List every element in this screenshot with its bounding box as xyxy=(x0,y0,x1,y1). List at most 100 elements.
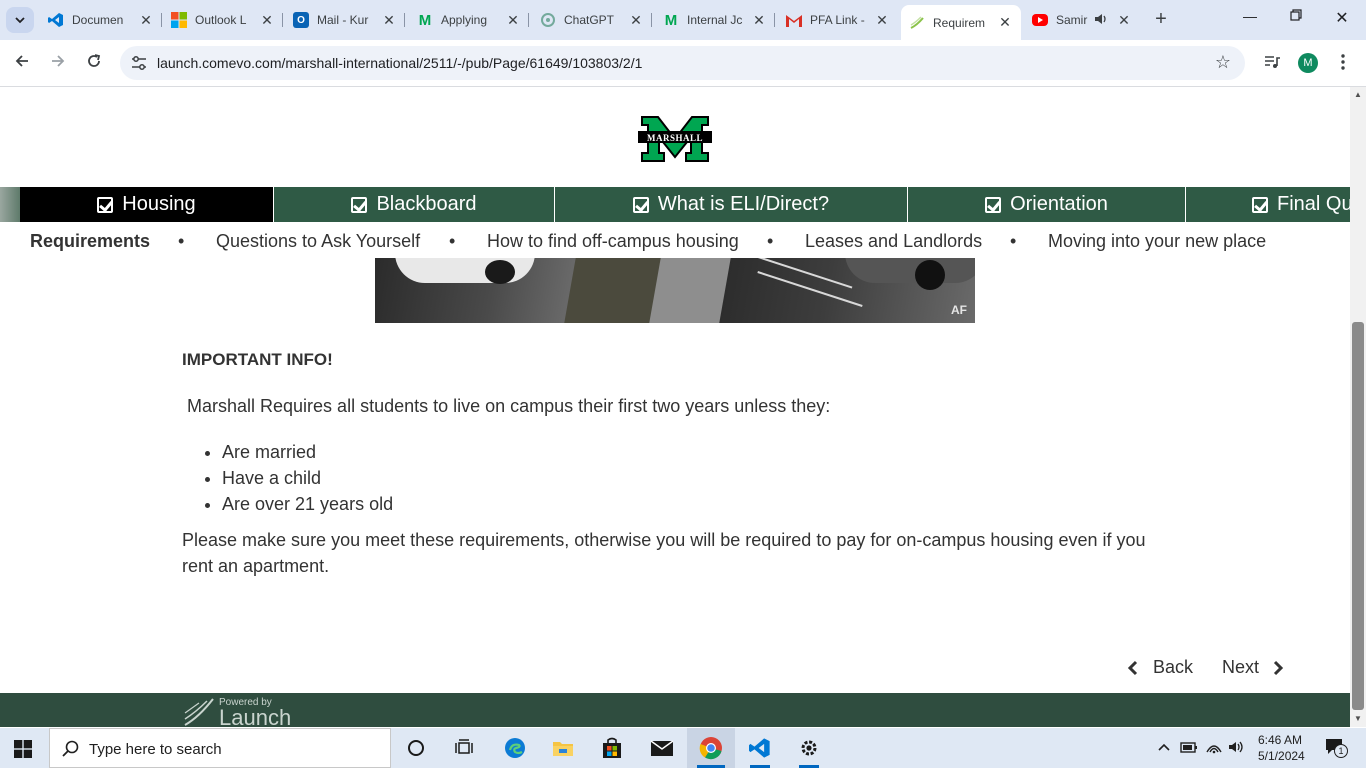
photo-wheel xyxy=(915,260,945,290)
restore-button[interactable] xyxy=(1284,8,1308,24)
speaker-icon[interactable] xyxy=(1094,12,1108,29)
new-tab-button[interactable]: + xyxy=(1149,9,1173,31)
checkbox-checked-icon xyxy=(1252,196,1268,213)
close-icon[interactable]: ✕ xyxy=(997,14,1013,31)
address-bar[interactable]: launch.comevo.com/marshall-international… xyxy=(120,46,1245,80)
chrome-button[interactable] xyxy=(687,728,735,768)
nav-item-eli-direct[interactable]: What is ELI/Direct? xyxy=(555,187,908,222)
reload-button[interactable] xyxy=(82,52,106,76)
close-icon[interactable]: ✕ xyxy=(628,12,644,29)
file-explorer-button[interactable] xyxy=(551,736,575,760)
nav-item-orientation[interactable]: Orientation xyxy=(908,187,1186,222)
close-icon[interactable]: ✕ xyxy=(874,12,890,29)
close-icon[interactable]: ✕ xyxy=(138,12,154,29)
browser-tab[interactable]: O Mail - Kur ✕ xyxy=(285,5,405,35)
scroll-down-arrow-icon[interactable]: ▼ xyxy=(1354,714,1362,723)
browser-tab[interactable]: PFA Link - ✕ xyxy=(778,5,898,35)
scroll-up-arrow-icon[interactable]: ▲ xyxy=(1354,90,1362,99)
chevron-right-icon xyxy=(1273,660,1284,675)
vscode-button[interactable] xyxy=(748,736,772,768)
subnav-item-leases[interactable]: Leases and Landlords xyxy=(805,231,982,252)
tab-title: PFA Link - xyxy=(810,13,865,27)
browser-tab-strip: Documen ✕ Outlook L ✕ O Mail - Kur ✕ M A… xyxy=(0,0,1366,40)
photo-stripe xyxy=(757,271,863,307)
tab-title: Documen xyxy=(72,13,124,27)
close-icon[interactable]: ✕ xyxy=(381,12,397,29)
site-settings-icon[interactable] xyxy=(130,54,148,72)
browser-tab[interactable]: Samir ✕ xyxy=(1024,5,1140,35)
close-icon[interactable]: ✕ xyxy=(1116,12,1132,29)
browser-tab-active[interactable]: Requirem ✕ xyxy=(901,5,1021,40)
close-icon[interactable]: ✕ xyxy=(259,12,275,29)
subnav-item-moving[interactable]: Moving into your new place xyxy=(1048,231,1266,252)
wifi-icon[interactable] xyxy=(1205,740,1223,757)
close-icon[interactable]: ✕ xyxy=(751,12,767,29)
notification-center-button[interactable]: 1 xyxy=(1325,738,1348,759)
edge-button[interactable] xyxy=(503,736,527,760)
task-view-button[interactable] xyxy=(452,736,476,760)
subnav-separator: • xyxy=(1010,231,1017,251)
search-icon xyxy=(62,740,79,757)
subnav-item-questions[interactable]: Questions to Ask Yourself xyxy=(216,231,420,252)
browser-tab[interactable]: M Internal Jc ✕ xyxy=(655,5,775,35)
browser-menu-button[interactable] xyxy=(1336,53,1350,76)
battery-icon[interactable] xyxy=(1180,740,1198,757)
tab-separator xyxy=(528,13,529,27)
nav-scroll-left[interactable] xyxy=(0,187,20,222)
subnav-item-requirements[interactable]: Requirements xyxy=(30,231,150,252)
list-item: Have a child xyxy=(222,465,1162,491)
tab-separator xyxy=(282,13,283,27)
search-placeholder: Type here to search xyxy=(89,741,222,758)
gear-icon xyxy=(801,740,817,756)
bookmark-star-icon[interactable]: ☆ xyxy=(1215,52,1231,73)
volume-icon[interactable] xyxy=(1228,740,1246,757)
tab-title: Requirem xyxy=(933,15,986,30)
chevron-up-icon xyxy=(1158,743,1170,751)
next-button[interactable]: Next xyxy=(1222,657,1285,678)
browser-tab[interactable]: M Applying ✕ xyxy=(409,5,529,35)
mail-button[interactable] xyxy=(650,736,674,760)
forward-arrow-button[interactable] xyxy=(46,52,70,76)
browser-tab[interactable]: ChatGPT ✕ xyxy=(532,5,652,35)
show-hidden-icons-button[interactable] xyxy=(1157,740,1171,757)
checkbox-checked-icon xyxy=(351,196,368,213)
media-controls-button[interactable] xyxy=(1263,53,1281,76)
restore-icon xyxy=(1290,9,1302,21)
back-arrow-button[interactable] xyxy=(10,52,34,76)
close-window-button[interactable]: ✕ xyxy=(1330,8,1354,28)
windows-start-icon[interactable] xyxy=(14,740,32,758)
launch-text: Launch xyxy=(219,705,292,727)
nav-item-blackboard[interactable]: Blackboard xyxy=(274,187,555,222)
tab-search-button[interactable] xyxy=(6,7,34,33)
browser-tab[interactable]: Outlook L ✕ xyxy=(163,5,283,35)
marshall-icon: M xyxy=(418,11,432,29)
url-text: launch.comevo.com/marshall-international… xyxy=(157,55,643,71)
list-item: Are married xyxy=(222,439,1162,465)
scrollbar-thumb[interactable] xyxy=(1352,322,1364,710)
cortana-button[interactable] xyxy=(404,736,428,760)
close-icon[interactable]: ✕ xyxy=(505,12,521,29)
back-button[interactable]: Back xyxy=(1126,657,1193,678)
folder-icon xyxy=(553,742,573,756)
launch-logo-icon xyxy=(184,698,214,726)
profile-avatar[interactable]: M xyxy=(1298,53,1318,73)
nav-item-housing[interactable]: Housing xyxy=(20,187,274,222)
browser-toolbar: launch.comevo.com/marshall-international… xyxy=(0,40,1366,87)
microsoft-store-button[interactable] xyxy=(600,736,624,760)
subnav-item-off-campus[interactable]: How to find off-campus housing xyxy=(487,231,739,252)
marshall-logo[interactable]: MARSHALL xyxy=(636,113,714,165)
browser-tab[interactable]: Documen ✕ xyxy=(40,5,162,35)
minimize-button[interactable]: — xyxy=(1238,8,1262,24)
nav-item-final-quiz[interactable]: Final Qu xyxy=(1186,187,1350,222)
media-queue-icon xyxy=(1265,56,1280,68)
vscode-icon xyxy=(749,738,770,758)
settings-button[interactable] xyxy=(797,736,821,768)
system-clock[interactable]: 6:46 AM 5/1/2024 xyxy=(1258,732,1305,764)
photo-curb xyxy=(649,258,731,323)
taskbar-search-box[interactable]: Type here to search xyxy=(49,728,391,768)
page-scrollbar[interactable]: ▲ ▼ xyxy=(1350,87,1366,727)
photo-car xyxy=(845,258,975,283)
list-item: Are over 21 years old xyxy=(222,491,1162,517)
tab-separator xyxy=(774,13,775,27)
subnav-separator: • xyxy=(178,231,185,251)
